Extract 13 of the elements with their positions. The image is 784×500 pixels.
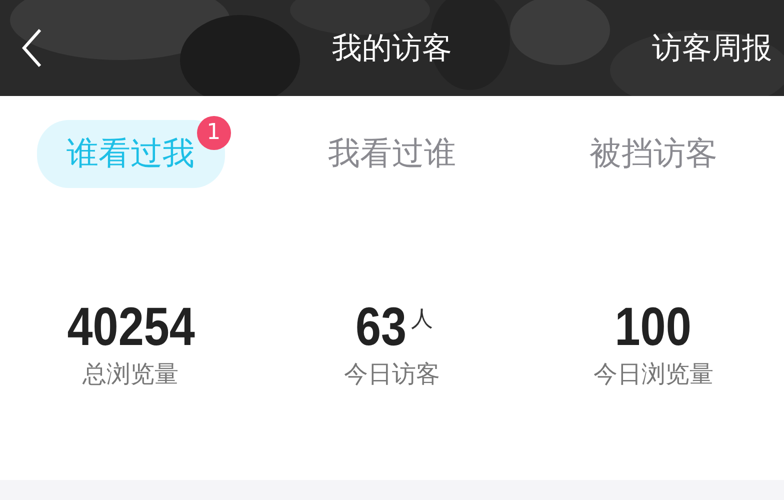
count-badge: 1 — [196, 116, 231, 150]
weekly-report-link[interactable]: 访客周报 — [652, 28, 772, 68]
stat-unit: 人 — [411, 306, 434, 334]
stat-value: 40254 — [66, 298, 194, 356]
stat-label: 今日浏览量 — [593, 359, 714, 390]
tab[interactable]: 我看过谁 — [298, 120, 486, 188]
stat-label: 总浏览量 — [82, 359, 179, 390]
page-title: 我的访客 — [331, 30, 453, 68]
tab[interactable]: 被挡访客 — [559, 120, 748, 188]
stat-value: 63 — [355, 298, 407, 356]
back-icon[interactable] — [20, 28, 44, 68]
stat-value: 100 — [615, 298, 692, 356]
stat-label: 今日访客 — [344, 359, 440, 390]
